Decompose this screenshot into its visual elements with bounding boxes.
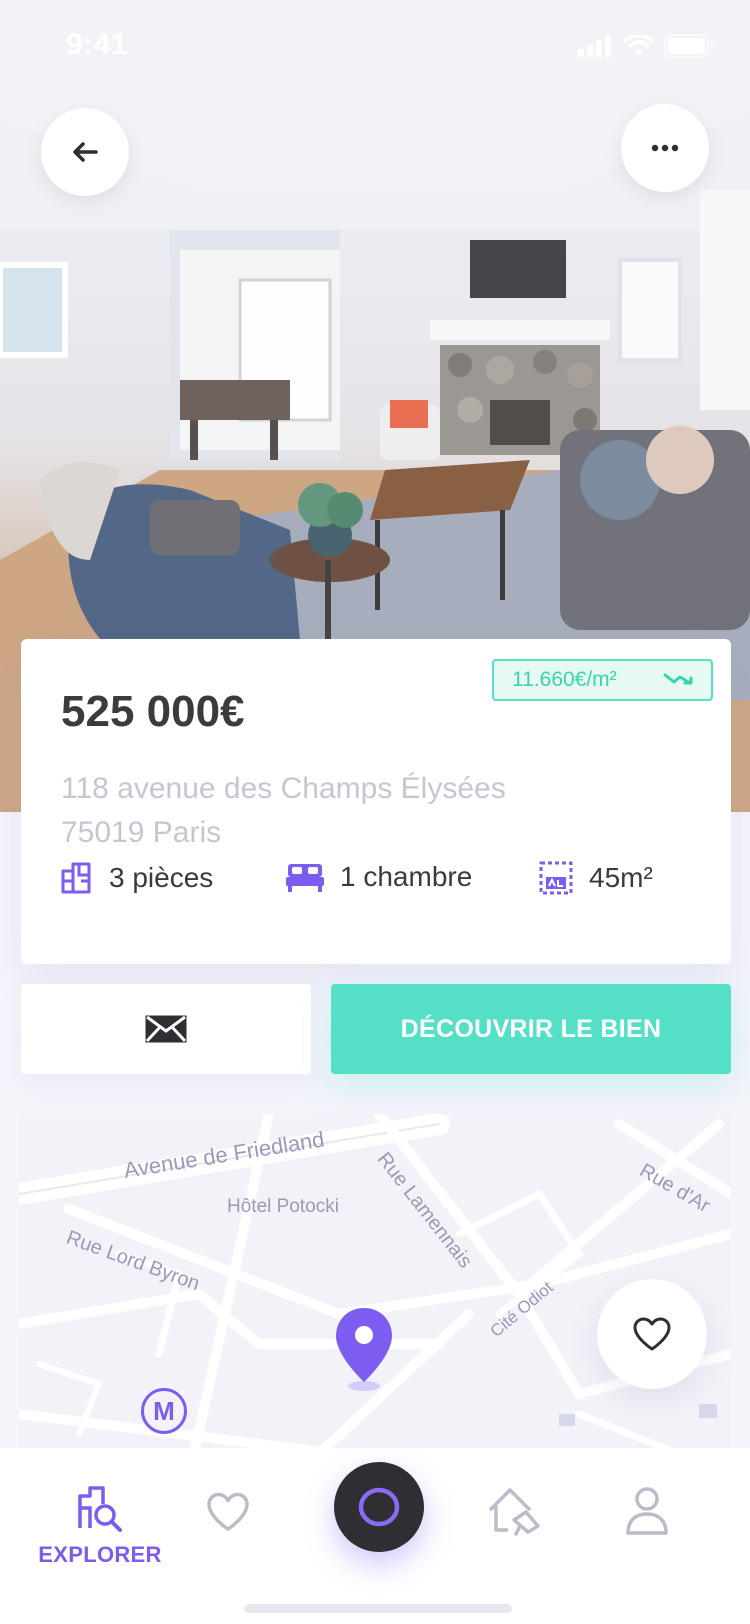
- home-search-icon: [488, 1488, 540, 1536]
- surface-label: 45m²: [589, 862, 653, 893]
- bedrooms-label: 1 chambre: [340, 861, 473, 892]
- price-per-m2-badge: 11.660€/m²: [492, 659, 713, 701]
- rooms-label: 3 pièces: [109, 862, 214, 893]
- address-street: 118 avenue des Champs Élysées: [61, 772, 506, 805]
- explorer-icon: [78, 1486, 122, 1532]
- back-arrow-icon: [73, 142, 98, 162]
- more-options-button[interactable]: [621, 104, 709, 192]
- feature-rooms: 3 pièces: [59, 861, 213, 895]
- map-pin-icon[interactable]: [333, 1306, 395, 1392]
- address-city: 75019 Paris: [61, 816, 222, 849]
- trend-icon: [663, 673, 693, 685]
- tab-explorer-label: EXPLORER: [38, 1542, 162, 1567]
- favorite-button[interactable]: [597, 1279, 707, 1389]
- discover-property-button[interactable]: DÉCOUVRIR LE BIEN: [331, 984, 731, 1074]
- location-map[interactable]: Avenue de Friedland Rue Lamennais Rue d'…: [19, 1114, 731, 1454]
- status-time: 9:41: [66, 28, 129, 61]
- surface-icon: [539, 861, 573, 895]
- assistant-ring-icon: [358, 1487, 400, 1527]
- listing-price: 525 000€: [61, 687, 245, 736]
- tab-profile[interactable]: [624, 1486, 670, 1536]
- tab-my-properties[interactable]: [486, 1486, 542, 1536]
- signal-icon: [578, 35, 611, 57]
- listing-address: 118 avenue des Champs Élysées 75019 Pari…: [61, 767, 506, 855]
- contact-mail-button[interactable]: [21, 984, 311, 1074]
- status-bar: 9:41: [0, 0, 750, 88]
- mail-icon: [145, 1015, 187, 1043]
- home-indicator: [244, 1604, 512, 1613]
- tab-favorites[interactable]: [206, 1492, 250, 1532]
- listing-card: 525 000€ 11.660€/m² 118 avenue des Champ…: [21, 639, 731, 964]
- feature-bedrooms: 1 chambre: [286, 861, 472, 893]
- back-button[interactable]: [41, 108, 129, 196]
- heart-icon: [633, 1317, 671, 1351]
- feature-surface: 45m²: [539, 861, 653, 895]
- metro-label: M: [153, 1395, 175, 1426]
- rooms-icon: [61, 862, 91, 894]
- metro-icon[interactable]: M: [141, 1388, 187, 1434]
- bed-icon: [286, 864, 324, 892]
- more-dots-icon: [651, 144, 679, 152]
- heart-icon: [207, 1492, 249, 1531]
- profile-icon: [626, 1487, 668, 1535]
- street-hotel-potocki: Hôtel Potocki: [227, 1196, 339, 1217]
- tab-explorer[interactable]: EXPLORER: [38, 1484, 161, 1568]
- price-per-m2-value: 11.660€/m²: [512, 668, 617, 691]
- wifi-icon: [624, 35, 654, 55]
- assistant-button[interactable]: [334, 1462, 424, 1552]
- battery-icon: [664, 34, 713, 58]
